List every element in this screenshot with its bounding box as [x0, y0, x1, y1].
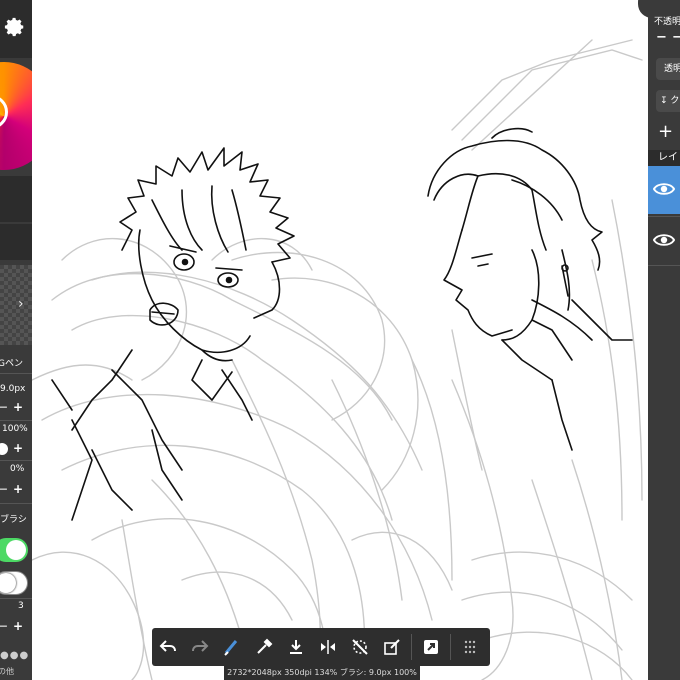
more-dots-icon[interactable]: ●●● [0, 650, 29, 661]
gear-icon[interactable] [4, 16, 26, 38]
brush-size-value: 9.0px [0, 384, 26, 394]
snap-off-button[interactable] [344, 628, 376, 666]
opacity-slider-track[interactable]: − [672, 30, 680, 45]
toggle-switch-off[interactable] [0, 571, 28, 595]
eye-icon[interactable] [653, 231, 675, 249]
clipping-label: ク [670, 96, 680, 106]
snap-off-icon [352, 639, 368, 655]
brush-preview[interactable] [0, 265, 32, 345]
undo-button[interactable] [152, 628, 184, 666]
layer-row-selected[interactable] [648, 166, 680, 214]
share-button[interactable] [415, 628, 447, 666]
opacity-value: 100% [2, 424, 28, 434]
stabilizer-minus-button[interactable]: − [0, 482, 8, 496]
opacity-minus-button[interactable]: − [656, 30, 667, 45]
grid-menu-button[interactable] [454, 628, 486, 666]
transform-button[interactable] [376, 628, 408, 666]
divider [0, 460, 32, 461]
right-layer-panel: 不透明 − − 透明 ↧ ク + レイ [648, 0, 680, 680]
grid-icon [464, 640, 476, 654]
eyedropper-button[interactable] [248, 628, 280, 666]
flip-button[interactable] [312, 628, 344, 666]
bottom-toolbar [152, 628, 490, 666]
flip-icon [321, 640, 335, 654]
opacity-slider-knob[interactable] [0, 443, 8, 455]
transparency-lock-button[interactable]: 透明 [656, 58, 680, 80]
toolbar-divider [411, 634, 412, 660]
brush-label: ブラシ [0, 515, 27, 525]
transform-icon [384, 639, 400, 655]
other-label: の他 [0, 667, 14, 676]
eyedropper-icon [257, 638, 273, 654]
opacity-plus-button[interactable]: + [13, 441, 23, 455]
layers-header: レイ [648, 150, 680, 166]
count-value: 3 [18, 601, 24, 611]
divider [0, 598, 32, 599]
layer-row[interactable] [648, 216, 680, 266]
brush-size-plus-button[interactable]: + [13, 400, 23, 414]
redo-button[interactable] [184, 628, 216, 666]
count-plus-button[interactable]: + [13, 619, 23, 633]
download-button[interactable] [280, 628, 312, 666]
opacity-label: 不透明 [654, 17, 680, 27]
clipping-button[interactable]: ↧ ク [656, 90, 680, 112]
brush-list-area[interactable] [0, 224, 32, 260]
chevron-right-icon[interactable]: › [18, 296, 24, 312]
sketch-artwork [32, 39, 643, 680]
share-icon [424, 640, 438, 654]
stabilizer-value: 0% [10, 464, 25, 474]
color-palette-area[interactable] [0, 176, 32, 222]
undo-icon [159, 640, 176, 652]
divider [0, 373, 32, 374]
toggle-knob [6, 540, 26, 560]
divider [0, 503, 32, 504]
divider [0, 420, 32, 421]
status-bar: 2732*2048px 350dpi 134% ブラシ: 9.0px 100% [224, 666, 420, 680]
count-minus-button[interactable]: − [0, 619, 8, 633]
stabilizer-plus-button[interactable]: + [13, 482, 23, 496]
redo-icon [192, 640, 209, 652]
brush-size-minus-button[interactable]: − [0, 400, 8, 414]
left-tool-panel: › Gペン 9.0px − + 100% + 0% − + ブラシ 3 − + … [0, 0, 32, 680]
download-icon [290, 640, 302, 654]
toggle-knob [0, 573, 16, 593]
brush-name: Gペン [0, 359, 23, 369]
brush-icon [224, 640, 238, 656]
settings-area [0, 0, 32, 58]
eye-icon[interactable] [653, 180, 675, 198]
drawing-canvas[interactable] [32, 0, 648, 680]
add-layer-button[interactable]: + [658, 121, 673, 142]
toggle-switch-on[interactable] [0, 538, 28, 562]
brush-tool-button[interactable] [216, 628, 248, 666]
arrow-down-icon: ↧ [660, 96, 668, 106]
toolbar-divider [450, 634, 451, 660]
